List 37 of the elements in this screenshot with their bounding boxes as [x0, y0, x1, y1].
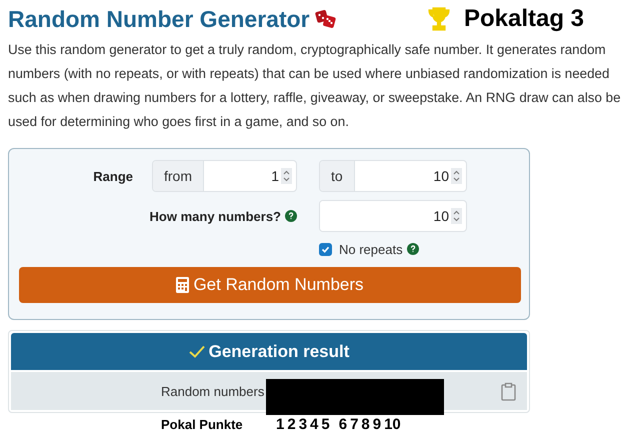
point-number: 10 — [384, 416, 401, 433]
calculator-icon — [176, 277, 190, 293]
day-heading: Pokaltag 3 — [464, 5, 584, 33]
get-numbers-button[interactable]: Get Random Numbers — [19, 267, 521, 303]
help-icon[interactable] — [406, 243, 419, 255]
to-input-group[interactable]: to 10 — [319, 160, 467, 192]
spinner-icon[interactable] — [451, 168, 462, 184]
from-input-group[interactable]: from 1 — [152, 160, 297, 192]
point-number: 1 — [276, 416, 284, 433]
no-repeats-label: No repeats — [339, 242, 403, 256]
page-title: Random Number Generator — [8, 6, 310, 32]
dice-icon — [314, 9, 337, 29]
point-number: 5 — [321, 416, 330, 433]
point-number: 8 — [361, 416, 370, 433]
point-number: 6 — [338, 416, 348, 433]
check-icon — [188, 345, 205, 358]
point-number: 9 — [372, 416, 382, 433]
point-number: 4 — [310, 416, 318, 433]
range-label: Range — [92, 168, 133, 184]
description-text: Use this random generator to get a truly random, cryptographically safe number. It generates random numbers (with no repeats, or with repeats) that can be used where unbiased randomization is needed such as when drawing numbers for a lottery, raffle, giveaway, or sweepstake. An RNG draw can also be used for determining who goes first in a game, and so on. — [8, 41, 622, 131]
checkmark-icon — [321, 244, 330, 254]
to-label: to — [320, 161, 355, 191]
spinner-icon[interactable] — [451, 208, 462, 224]
point-number: 2 — [287, 416, 296, 433]
point-number: 7 — [350, 416, 358, 433]
from-label: from — [153, 161, 204, 191]
spinner-icon[interactable] — [281, 168, 292, 184]
no-repeats-checkbox[interactable] — [319, 242, 332, 256]
count-field[interactable]: 10 — [319, 200, 467, 232]
help-icon[interactable] — [285, 210, 297, 222]
trophy-icon — [428, 6, 450, 32]
point-number: 3 — [298, 416, 308, 433]
points-label: Pokal Punkte — [161, 417, 244, 432]
result-title: Generation result — [208, 342, 350, 362]
clipboard-icon[interactable] — [501, 382, 516, 400]
count-label: How many numbers? — [150, 208, 281, 224]
result-label: Random numbers — [161, 384, 264, 398]
